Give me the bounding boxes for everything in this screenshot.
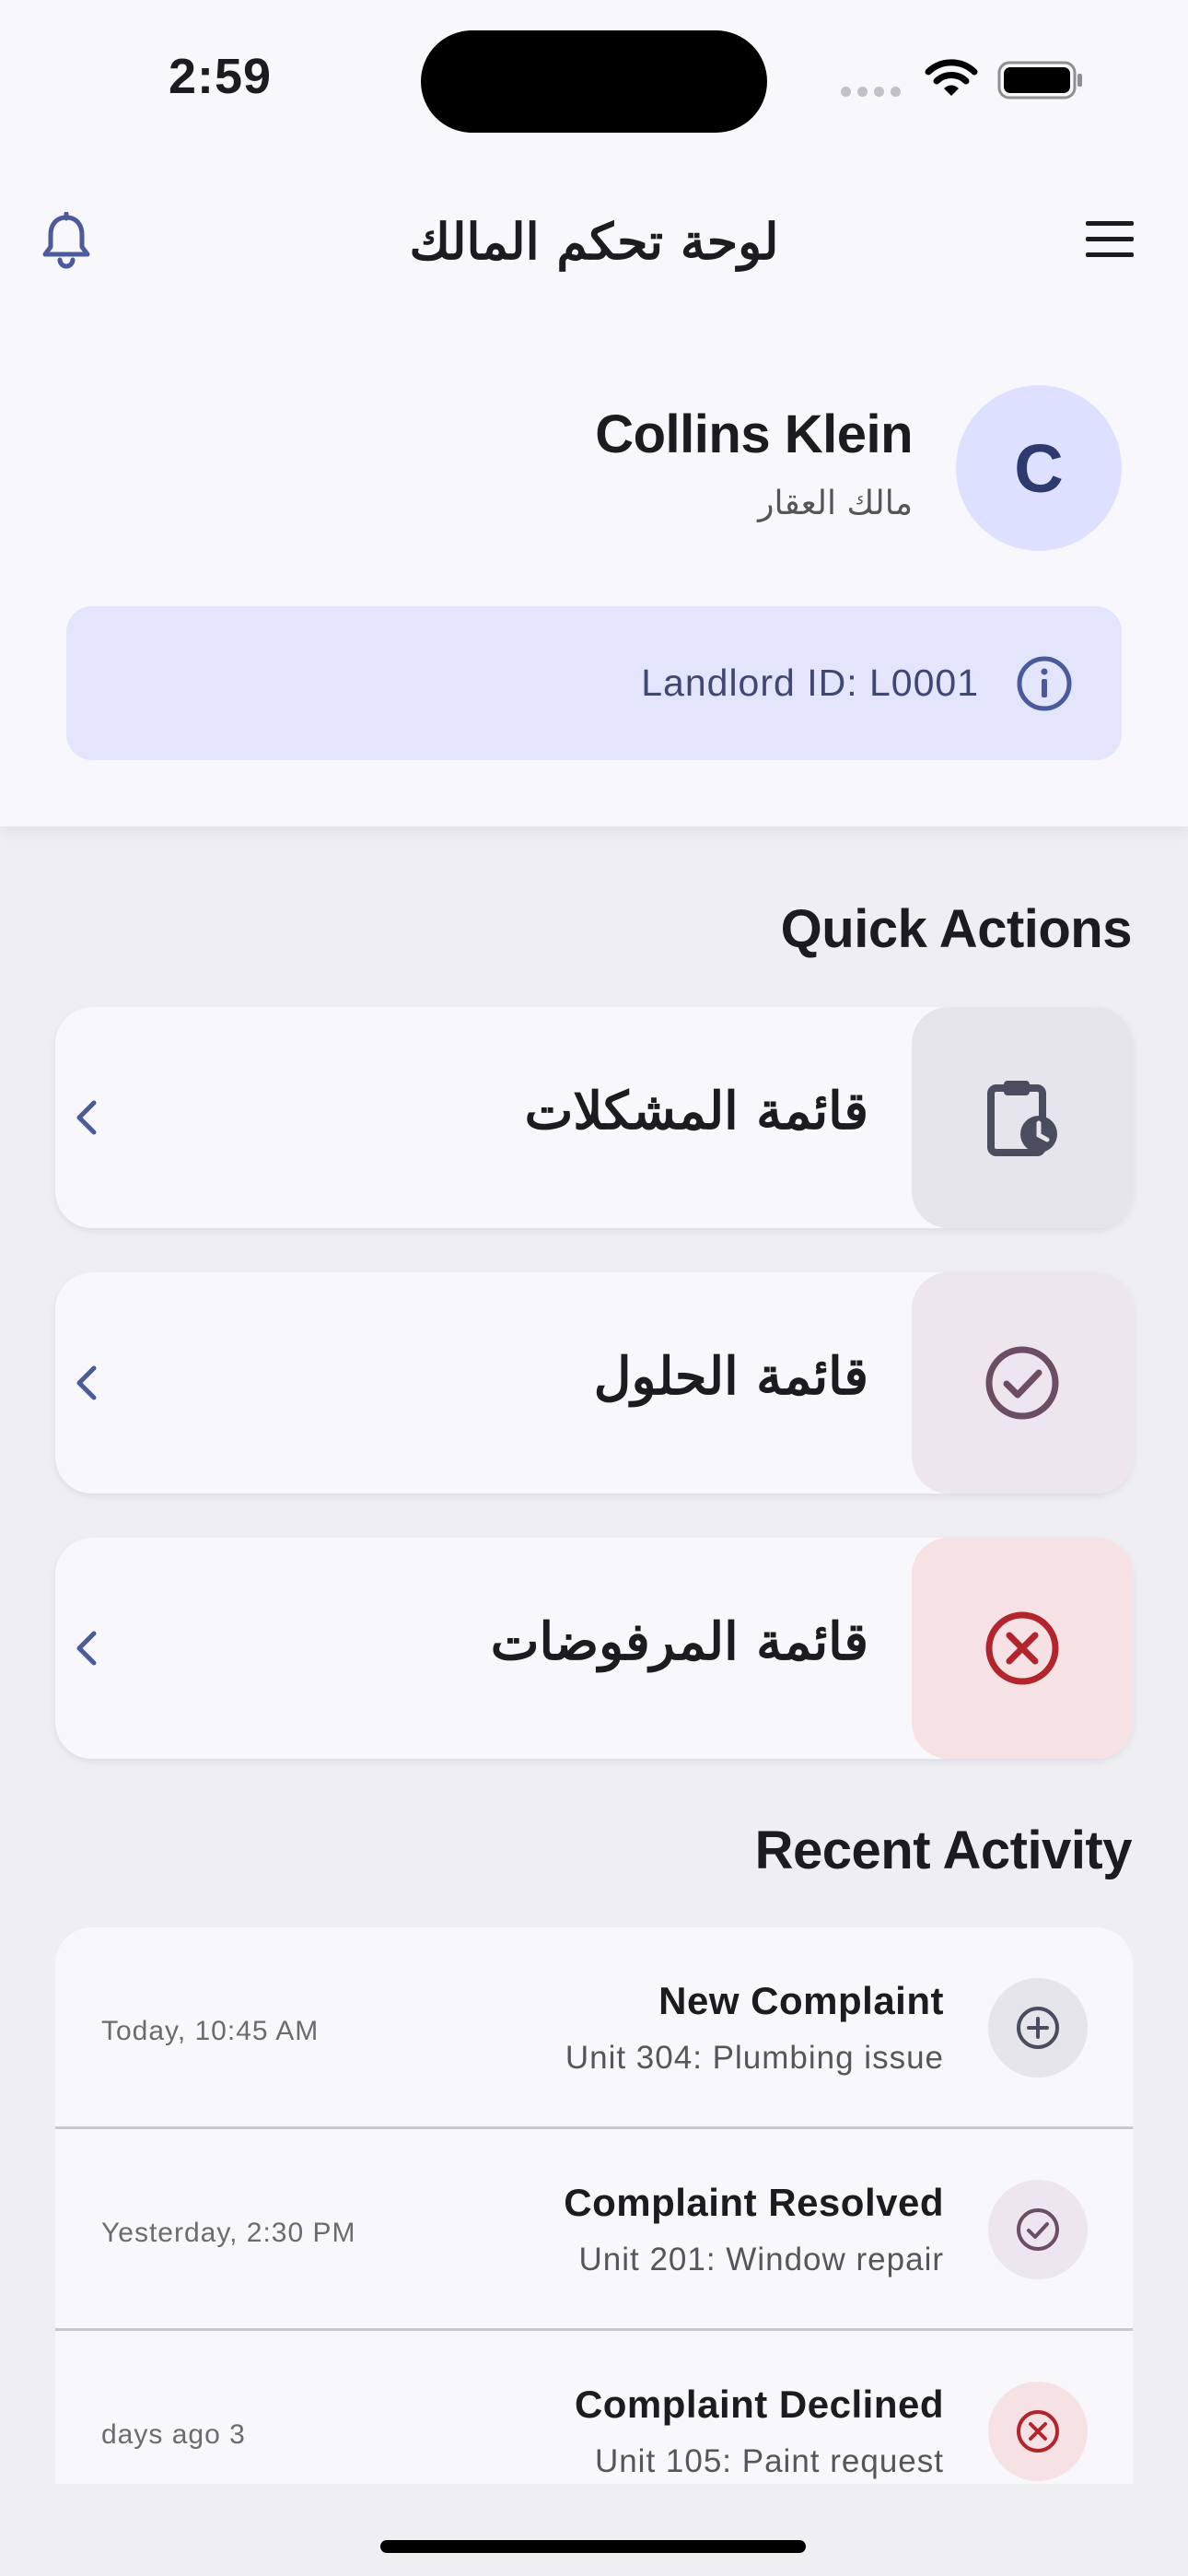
activity-item[interactable]: Today, 10:45 AM New Complaint Unit 304: … (55, 1927, 1133, 2129)
profile-role: مالك العقار (758, 485, 913, 522)
profile-name: Collins Klein (595, 404, 913, 464)
activity-subtitle: Unit 105: Paint request (594, 2443, 944, 2479)
landlord-id-card: Landlord ID: L0001 (66, 606, 1122, 760)
avatar[interactable]: C (956, 385, 1122, 551)
home-indicator[interactable] (380, 2540, 806, 2553)
recent-activity-title: Recent Activity (754, 1821, 1133, 1880)
activity-title: Complaint Declined (574, 2383, 944, 2426)
action-declined-list[interactable]: قائمة المرفوضات (55, 1538, 1133, 1759)
x-circle-icon (1017, 2410, 1059, 2453)
quick-actions-title: Quick Actions (780, 899, 1133, 959)
activity-item[interactable]: days ago 3 Complaint Declined Unit 105: … (55, 2331, 1133, 2484)
action-solutions-list[interactable]: قائمة الحلول (55, 1272, 1133, 1493)
wifi-icon (925, 59, 978, 96)
activity-subtitle: Unit 201: Window repair (578, 2242, 944, 2277)
app-bar: لوحة تحكم المالك (0, 184, 1188, 295)
menu-icon[interactable] (1084, 219, 1136, 260)
activity-title: Complaint Resolved (564, 2181, 944, 2224)
activity-item[interactable]: Yesterday, 2:30 PM Complaint Resolved Un… (55, 2129, 1133, 2331)
dynamic-island (421, 30, 767, 133)
chevron-left-icon (76, 1100, 97, 1135)
status-bar: 2:59 (0, 0, 1188, 157)
info-icon[interactable] (1015, 654, 1074, 713)
action-icon-box (912, 1272, 1133, 1493)
activity-icon (988, 1978, 1088, 2078)
action-complaints-list[interactable]: قائمة المشكلات (55, 1007, 1133, 1228)
activity-subtitle: Unit 304: Plumbing issue (565, 2040, 944, 2076)
action-label: قائمة المرفوضات (490, 1611, 868, 1672)
activity-time: Yesterday, 2:30 PM (101, 2218, 356, 2248)
action-label: قائمة المشكلات (524, 1081, 868, 1142)
cellular-signal-icon (841, 87, 901, 97)
action-icon-box (912, 1538, 1133, 1759)
action-icon-box (912, 1007, 1133, 1228)
action-label: قائمة الحلول (593, 1346, 868, 1407)
clipboard-clock-icon (987, 1081, 1057, 1156)
x-circle-icon (985, 1611, 1059, 1685)
activity-icon (988, 2382, 1088, 2481)
chevron-left-icon (76, 1365, 97, 1400)
recent-activity-list: Today, 10:45 AM New Complaint Unit 304: … (55, 1927, 1133, 2484)
page-title: لوحة تحكم المالك (409, 212, 779, 271)
landlord-id-label: Landlord ID: L0001 (641, 662, 979, 704)
activity-title: New Complaint (658, 1979, 944, 2022)
battery-icon (997, 61, 1082, 100)
status-time: 2:59 (169, 49, 273, 104)
chevron-left-icon (76, 1631, 97, 1666)
activity-time: Today, 10:45 AM (101, 2016, 320, 2046)
header-region: 2:59 لوحة تحكم المالك Collins Klein مالك… (0, 0, 1188, 826)
check-circle-icon (985, 1346, 1059, 1420)
activity-icon (988, 2180, 1088, 2279)
plus-circle-icon (1017, 2007, 1059, 2049)
check-circle-icon (1017, 2208, 1059, 2251)
activity-time: days ago 3 (101, 2419, 246, 2450)
